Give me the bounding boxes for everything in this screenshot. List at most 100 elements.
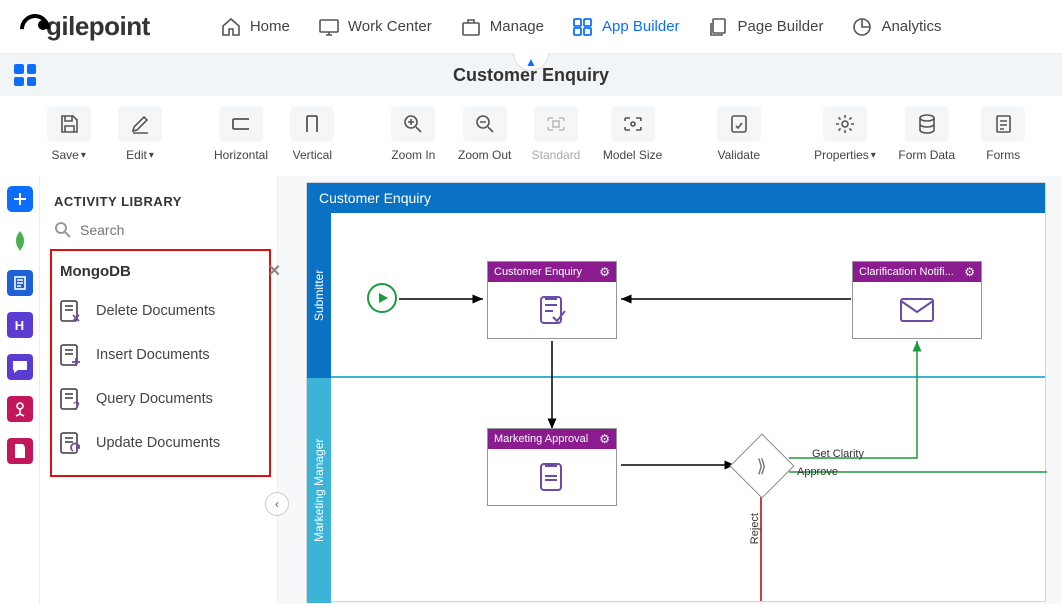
gear-icon[interactable]: ⚙ <box>599 265 610 279</box>
properties-button[interactable]: Properties▾ <box>811 106 879 162</box>
chevron-down-icon: ▾ <box>81 150 86 161</box>
model-size-button[interactable]: Model Size <box>599 106 667 162</box>
nav-analytics-label: Analytics <box>881 18 941 35</box>
activity-label: Update Documents <box>96 435 220 451</box>
properties-label: Properties <box>814 148 869 162</box>
rail-add-button[interactable] <box>7 186 33 212</box>
activity-update-documents[interactable]: Update Documents <box>56 421 265 465</box>
gateway-icon: ⟫ <box>757 455 767 476</box>
node-body <box>488 282 616 338</box>
node-marketing-approval[interactable]: Marketing Approval ⚙ <box>487 428 617 506</box>
database-icon <box>905 106 949 142</box>
close-icon[interactable]: ✕ <box>268 261 283 281</box>
rail-doc-icon[interactable] <box>7 438 33 464</box>
briefcase-icon <box>460 17 482 37</box>
activity-query-documents[interactable]: ? Query Documents <box>56 377 265 421</box>
document-title: Customer Enquiry <box>453 65 609 86</box>
zoom-in-button[interactable]: Zoom In <box>385 106 442 162</box>
form-data-button[interactable]: Form Data <box>893 106 961 162</box>
search-row <box>40 221 277 249</box>
node-title: Clarification Notifi... <box>859 266 954 278</box>
top-header: gilepoint Home Work Center Manage App Bu… <box>0 0 1062 54</box>
nav-page-builder[interactable]: Page Builder <box>708 17 824 37</box>
logo-text: gilepoint <box>46 11 150 42</box>
nav-work-center[interactable]: Work Center <box>318 17 432 37</box>
app-switcher-icon[interactable] <box>14 64 36 86</box>
gateway-decision[interactable]: ⟫ <box>729 433 794 498</box>
start-event[interactable] <box>367 283 397 313</box>
standard-label: Standard <box>532 148 581 162</box>
model-size-icon <box>611 106 655 142</box>
zoom-in-label: Zoom In <box>391 148 435 162</box>
activity-insert-documents[interactable]: Insert Documents <box>56 333 265 377</box>
nav-analytics[interactable]: Analytics <box>851 17 941 37</box>
forms-button[interactable]: Forms <box>975 106 1032 162</box>
rail-chat-icon[interactable] <box>7 354 33 380</box>
save-label: Save <box>51 148 78 162</box>
rail-heading-icon[interactable]: H <box>7 312 33 338</box>
zoom-in-icon <box>391 106 435 142</box>
vertical-label: Vertical <box>293 148 332 162</box>
nav-app-builder[interactable]: App Builder <box>572 17 680 37</box>
mongodb-category: MongoDB ✕ Delete Documents Insert Docume… <box>50 249 271 477</box>
nav-home-label: Home <box>250 18 290 35</box>
process-canvas[interactable]: Customer Enquiry Submitter Marketing Man… <box>306 182 1046 602</box>
rail-mongodb-icon[interactable] <box>7 228 33 254</box>
copy-icon <box>708 17 730 37</box>
chevron-down-icon: ▾ <box>149 150 154 161</box>
node-body <box>488 449 616 505</box>
vertical-icon <box>290 106 334 142</box>
validate-icon <box>717 106 761 142</box>
toolbar: Save▾ Edit▾ Horizontal Vertical Zoom In … <box>0 96 1062 176</box>
panel-title: ACTIVITY LIBRARY <box>40 176 277 221</box>
save-icon <box>47 106 91 142</box>
vertical-button[interactable]: Vertical <box>284 106 341 162</box>
collapse-sidepanel-button[interactable]: ‹ <box>265 492 289 516</box>
gear-icon <box>823 106 867 142</box>
chevron-down-icon: ▾ <box>871 150 876 161</box>
edit-icon <box>118 106 162 142</box>
search-icon <box>54 221 72 239</box>
node-body <box>853 282 981 338</box>
update-doc-icon <box>58 431 84 455</box>
apps-icon <box>572 17 594 37</box>
gear-icon[interactable]: ⚙ <box>599 432 610 446</box>
node-clarification[interactable]: Clarification Notifi... ⚙ <box>852 261 982 339</box>
monitor-icon <box>318 17 340 37</box>
search-input[interactable] <box>80 222 263 238</box>
nav-manage[interactable]: Manage <box>460 17 544 37</box>
left-rail: H <box>0 176 40 604</box>
primary-nav: Home Work Center Manage App Builder Page… <box>220 17 942 37</box>
activity-library-panel: ACTIVITY LIBRARY MongoDB ✕ Delete Docume… <box>40 176 278 604</box>
standard-button[interactable]: Standard <box>527 106 584 162</box>
secondary-bar: ▲ Customer Enquiry <box>0 54 1062 96</box>
zoom-out-button[interactable]: Zoom Out <box>456 106 513 162</box>
activity-delete-documents[interactable]: Delete Documents <box>56 289 265 333</box>
forms-icon <box>981 106 1025 142</box>
activity-label: Insert Documents <box>96 347 210 363</box>
edit-button[interactable]: Edit▾ <box>111 106 168 162</box>
rail-present-icon[interactable] <box>7 396 33 422</box>
rail-clipboard-icon[interactable] <box>7 270 33 296</box>
lane-submitter[interactable]: Submitter <box>307 213 331 378</box>
home-icon <box>220 17 242 37</box>
gear-icon[interactable]: ⚙ <box>964 265 975 279</box>
validate-button[interactable]: Validate <box>710 106 767 162</box>
nav-home[interactable]: Home <box>220 17 290 37</box>
activity-label: Delete Documents <box>96 303 215 319</box>
horizontal-button[interactable]: Horizontal <box>212 106 269 162</box>
zoom-out-icon <box>463 106 507 142</box>
edge-get-clarity: Get Clarity <box>812 448 864 460</box>
node-customer-enquiry[interactable]: Customer Enquiry⚙ <box>487 261 617 339</box>
nav-manage-label: Manage <box>490 18 544 35</box>
lane-marketing-manager[interactable]: Marketing Manager <box>307 378 331 603</box>
nav-page-builder-label: Page Builder <box>738 18 824 35</box>
save-button[interactable]: Save▾ <box>40 106 97 162</box>
logo-icon <box>18 14 48 40</box>
canvas-title: Customer Enquiry <box>307 183 1045 213</box>
node-title: Marketing Approval <box>494 433 588 445</box>
zoom-out-label: Zoom Out <box>458 148 511 162</box>
nav-app-builder-label: App Builder <box>602 18 680 35</box>
delete-doc-icon <box>58 299 84 323</box>
query-doc-icon: ? <box>58 387 84 411</box>
